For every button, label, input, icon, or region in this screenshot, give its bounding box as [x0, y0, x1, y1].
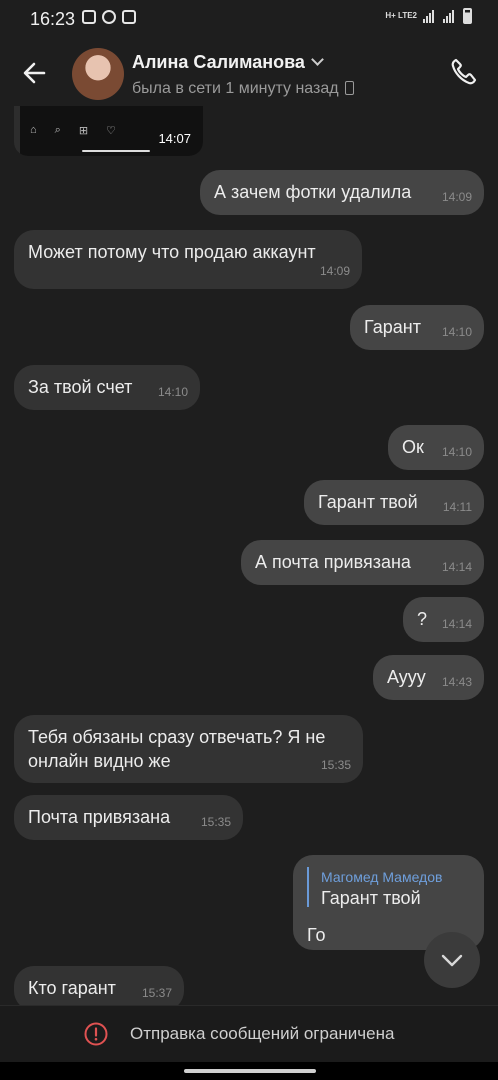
message-time: 14:11	[442, 500, 472, 514]
home-gesture-handle[interactable]	[184, 1069, 316, 1073]
back-arrow-icon[interactable]	[20, 58, 50, 88]
shazam-icon	[102, 10, 116, 24]
message-time: 14:10	[157, 385, 188, 399]
contact-name[interactable]: Алина Салиманова	[132, 52, 324, 73]
search-icon: ⌕	[54, 124, 61, 136]
input-restricted-bar: Отправка сообщений ограничена	[0, 1005, 498, 1063]
message-text: Аууу	[387, 667, 426, 687]
avatar[interactable]	[72, 48, 124, 100]
message-text: Го	[307, 925, 326, 945]
scroll-down-button[interactable]	[424, 932, 480, 988]
message-text: А почта привязана	[255, 552, 411, 572]
preview-home-bar	[82, 150, 150, 152]
chevron-down-icon	[441, 954, 463, 967]
message-time: 15:35	[200, 815, 231, 829]
message-outgoing[interactable]: А зачем фотки удалила 14:09	[200, 170, 484, 215]
message-time: 14:10	[441, 445, 472, 459]
restriction-text: Отправка сообщений ограничена	[130, 1024, 395, 1043]
message-time: 14:09	[441, 190, 472, 204]
message-text: Может потому что продаю аккаунт	[28, 242, 316, 262]
message-outgoing[interactable]: Ок 14:10	[388, 425, 484, 470]
message-incoming[interactable]: За твой счет 14:10	[14, 365, 200, 410]
message-time: 14:14	[441, 617, 472, 631]
status-indicators: H+ LTE2	[385, 8, 472, 24]
add-icon: ⊞	[78, 125, 89, 137]
message-text: Кто гарант	[28, 978, 116, 998]
app-icon	[122, 10, 136, 24]
status-bar: 16:23 H+ LTE2	[0, 0, 498, 38]
battery-icon	[463, 8, 472, 24]
message-time: 14:09	[319, 264, 350, 278]
chat-header: Алина Салиманова была в сети 1 минуту на…	[0, 38, 498, 110]
message-text: Почта привязана	[28, 807, 171, 827]
message-outgoing[interactable]: А почта привязана 14:14	[241, 540, 484, 585]
message-text: Тебя обязаны сразу отвечать? Я не онлайн…	[28, 727, 326, 771]
message-incoming[interactable]: Почта привязана 15:35	[14, 795, 243, 840]
signal-icon	[423, 9, 437, 23]
image-message[interactable]: ⌂ ⌕ ⊞ ♡ 14:07	[14, 106, 203, 156]
message-time: 14:07	[158, 131, 191, 146]
network-type: H+ LTE2	[385, 11, 417, 20]
message-text: ?	[417, 609, 428, 629]
gallery-icon	[82, 10, 96, 24]
status-time: 16:23	[30, 9, 76, 29]
message-outgoing[interactable]: Гарант твой 14:11	[304, 480, 484, 525]
message-incoming[interactable]: Может потому что продаю аккаунт 14:09	[14, 230, 362, 289]
notification-icons	[82, 10, 136, 24]
message-outgoing[interactable]: Аууу 14:43	[373, 655, 484, 700]
message-time: 14:43	[441, 675, 472, 689]
message-time: 15:35	[320, 758, 351, 772]
reply-accent-bar	[307, 867, 309, 907]
message-time: 14:10	[441, 325, 472, 339]
message-text: А зачем фотки удалила	[214, 182, 412, 202]
mobile-icon	[344, 81, 354, 95]
message-text: За твой счет	[28, 377, 133, 397]
chevron-down-icon	[311, 53, 324, 66]
message-outgoing[interactable]: Гарант 14:10	[350, 305, 484, 350]
message-time: 15:37	[141, 986, 172, 1000]
message-time: 14:14	[441, 560, 472, 574]
phone-call-icon[interactable]	[448, 56, 480, 88]
reply-quote: Гарант твой	[321, 888, 421, 908]
system-nav-bar	[0, 1062, 498, 1080]
message-text: Ок	[402, 437, 424, 457]
home-icon: ⌂	[30, 124, 37, 136]
warning-icon	[84, 1022, 108, 1046]
message-text: Гарант твой	[318, 492, 418, 512]
signal-2-icon	[443, 9, 457, 23]
message-text: Гарант	[364, 317, 421, 337]
preview-nav-icons: ⌂ ⌕ ⊞ ♡	[30, 124, 116, 137]
message-incoming[interactable]: Тебя обязаны сразу отвечать? Я не онлайн…	[14, 715, 363, 783]
contact-status: была в сети 1 минуту назад	[132, 79, 354, 98]
message-outgoing[interactable]: ? 14:14	[403, 597, 484, 642]
heart-icon: ♡	[106, 125, 116, 137]
